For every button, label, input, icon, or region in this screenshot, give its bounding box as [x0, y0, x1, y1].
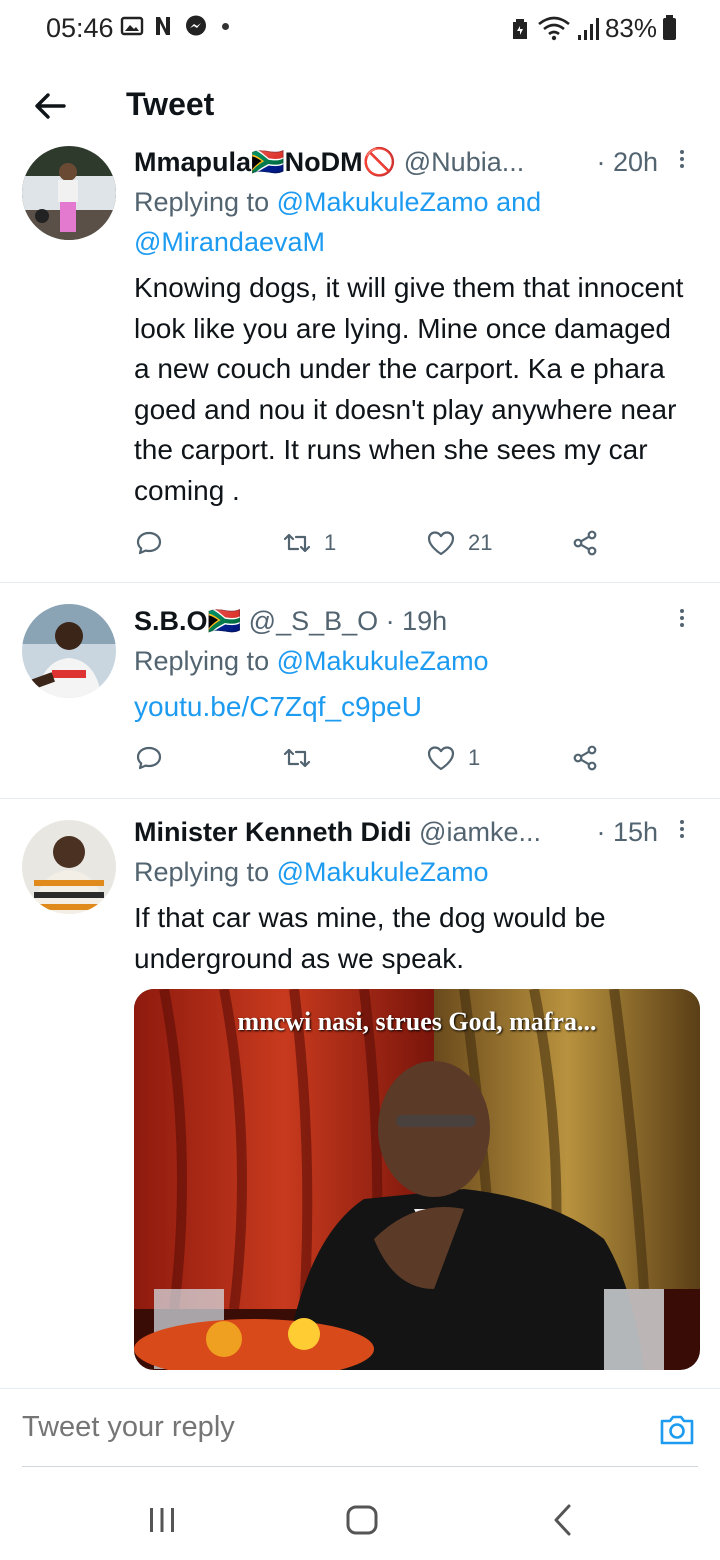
- tweet-header: S.B.O🇿🇦 @_S_B_O · 19h: [134, 603, 692, 639]
- camera-icon[interactable]: [656, 1409, 698, 1451]
- wifi-icon: [538, 16, 570, 40]
- status-system-icons: 83%: [509, 13, 676, 44]
- user-name[interactable]: Mmapula🇿🇦NoDM🚫: [134, 147, 396, 177]
- tweet-time: · 20h: [596, 147, 658, 177]
- recent-apps-icon[interactable]: [142, 1500, 182, 1540]
- tweet-reply[interactable]: S.B.O🇿🇦 @_S_B_O · 19h Replying to @Makuk…: [0, 583, 720, 799]
- avatar[interactable]: [22, 146, 116, 240]
- back-icon[interactable]: [544, 1500, 584, 1540]
- home-icon[interactable]: [342, 1500, 382, 1540]
- share-icon: [573, 530, 597, 556]
- like-count: 1: [468, 745, 481, 770]
- battery-saver-icon: [512, 18, 527, 39]
- comment-icon: [136, 746, 162, 770]
- mention-link[interactable]: @MirandaevaM: [134, 227, 325, 257]
- status-time: 05:46: [46, 13, 114, 43]
- replying-to-label: Replying to: [134, 646, 277, 676]
- signal-icon: [577, 17, 599, 40]
- replying-and[interactable]: and: [489, 187, 541, 217]
- battery-icon: [663, 14, 676, 40]
- dot-icon: [222, 22, 229, 30]
- tweet-text: youtu.be/C7Zqf_c9peU: [134, 687, 692, 728]
- gallery-icon: [120, 16, 144, 36]
- more-options-icon[interactable]: [672, 603, 692, 639]
- netflix-icon: [156, 17, 170, 35]
- avatar[interactable]: [22, 820, 116, 914]
- divider: [22, 1466, 698, 1467]
- retweet-button[interactable]: 1: [282, 528, 336, 558]
- system-nav-bar: [0, 1480, 720, 1560]
- tweet-time: · 15h: [596, 817, 658, 847]
- more-options-icon[interactable]: [672, 144, 692, 180]
- reply-button[interactable]: [134, 528, 164, 558]
- battery-percent: 83%: [604, 13, 657, 43]
- page-title: Tweet: [126, 86, 215, 122]
- status-notification-icons: [120, 14, 229, 38]
- user-name[interactable]: Minister Kenneth Didi: [134, 817, 412, 847]
- user-name[interactable]: S.B.O🇿🇦: [134, 606, 241, 636]
- replying-to: Replying to @MakukuleZamo: [134, 852, 692, 892]
- more-options-icon[interactable]: [672, 814, 692, 850]
- like-count: 21: [468, 530, 493, 555]
- tweet-media-image[interactable]: mncwi nasi, strues God, mafra...: [134, 989, 700, 1370]
- tweet-actions: 1 21: [134, 528, 692, 568]
- status-bar: 05:46 83%: [0, 0, 720, 56]
- meme-image: [134, 989, 700, 1370]
- retweet-count: 1: [324, 530, 337, 555]
- like-button[interactable]: 1: [426, 743, 480, 773]
- tweet-time: · 19h: [385, 606, 448, 636]
- heart-icon: [427, 531, 455, 556]
- replying-to-label: Replying to: [134, 187, 277, 217]
- like-button[interactable]: 21: [426, 528, 492, 558]
- user-handle[interactable]: @iamke...: [419, 817, 541, 847]
- retweet-icon: [283, 533, 311, 553]
- tweet-actions: 1: [134, 743, 692, 783]
- user-handle[interactable]: @_S_B_O: [249, 606, 378, 636]
- share-icon: [573, 745, 597, 771]
- reply-input[interactable]: [22, 1411, 542, 1444]
- replying-to: Replying to @MakukuleZamo: [134, 641, 692, 681]
- retweet-button[interactable]: [282, 743, 312, 773]
- tweet-text: If that car was mine, the dog would be u…: [134, 902, 606, 974]
- tweet-header: Minister Kenneth Didi @iamke... · 15h: [134, 814, 692, 850]
- heart-icon: [427, 746, 455, 771]
- avatar[interactable]: [22, 604, 116, 698]
- mention-link[interactable]: @MakukuleZamo: [277, 187, 489, 217]
- replying-to: Replying to @MakukuleZamo and @Mirandaev…: [134, 182, 692, 262]
- mention-link[interactable]: @MakukuleZamo: [277, 646, 489, 676]
- tweet-header: Mmapula🇿🇦NoDM🚫 @Nubia... · 20h: [134, 144, 692, 180]
- meme-caption: mncwi nasi, strues God, mafra...: [237, 1007, 597, 1036]
- retweet-icon: [283, 748, 311, 768]
- app-header: Tweet: [0, 56, 720, 153]
- share-button[interactable]: [570, 528, 600, 558]
- reply-composer: [0, 1388, 720, 1469]
- comment-icon: [136, 531, 162, 555]
- replying-to-label: Replying to: [134, 857, 277, 887]
- youtube-link[interactable]: youtu.be/C7Zqf_c9peU: [134, 691, 422, 722]
- reply-button[interactable]: [134, 743, 164, 773]
- share-button[interactable]: [570, 743, 600, 773]
- user-handle[interactable]: @Nubia...: [404, 147, 524, 177]
- tweet-reply[interactable]: Mmapula🇿🇦NoDM🚫 @Nubia... · 20h Replying …: [0, 146, 720, 583]
- messenger-icon: [186, 15, 206, 36]
- mention-link[interactable]: @MakukuleZamo: [277, 857, 489, 887]
- arrow-left-icon[interactable]: [28, 84, 72, 128]
- tweet-text: Knowing dogs, it will give them that inn…: [134, 272, 684, 506]
